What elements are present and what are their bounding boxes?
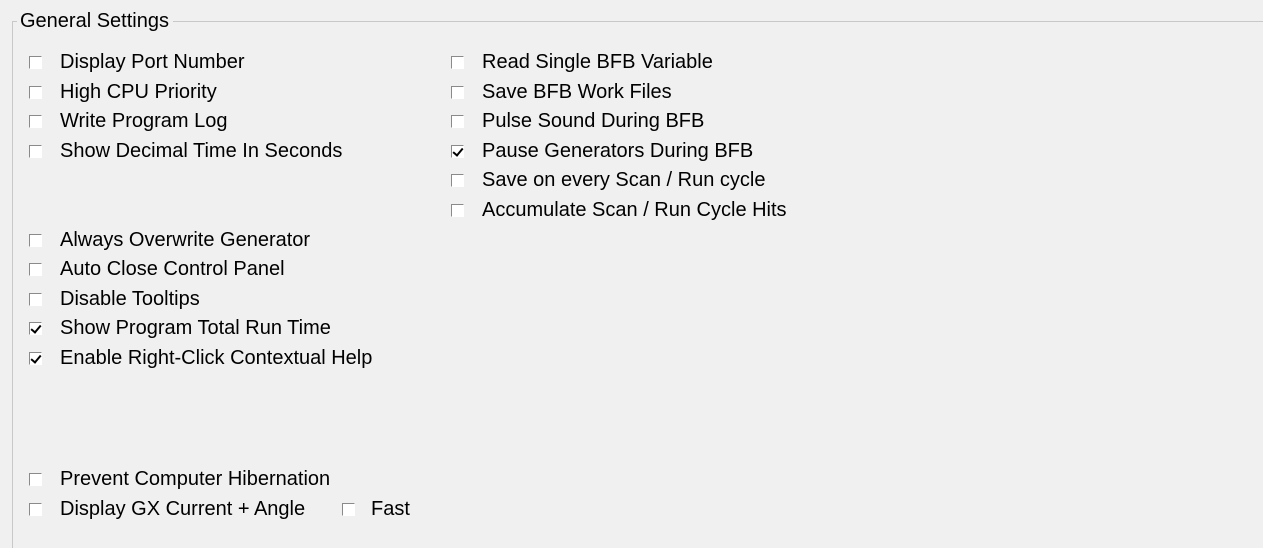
checkbox-box[interactable]	[29, 85, 42, 99]
checkbox-fast[interactable]: Fast	[342, 496, 410, 522]
checkbox-pause-generators-during-bfb[interactable]: Pause Generators During BFB	[451, 138, 753, 164]
checkbox-box[interactable]	[29, 144, 42, 158]
group-title: General Settings	[17, 9, 173, 33]
checkbox-display-gx-current-angle[interactable]: Display GX Current + Angle	[29, 496, 305, 522]
checkbox-auto-close-control-panel[interactable]: Auto Close Control Panel	[29, 256, 285, 282]
checkbox-high-cpu-priority[interactable]: High CPU Priority	[29, 79, 217, 105]
checkbox-show-decimal-time[interactable]: Show Decimal Time In Seconds	[29, 138, 342, 164]
checkbox-read-single-bfb-variable[interactable]: Read Single BFB Variable	[451, 49, 713, 75]
checkbox-label: Write Program Log	[60, 110, 228, 132]
checkbox-box[interactable]	[451, 173, 464, 187]
checkbox-box[interactable]	[29, 114, 42, 128]
checkbox-label: Pulse Sound During BFB	[482, 110, 705, 132]
checkbox-box[interactable]	[29, 55, 42, 69]
checkbox-save-bfb-work-files[interactable]: Save BFB Work Files	[451, 79, 672, 105]
checkbox-box[interactable]	[451, 85, 464, 99]
checkbox-pulse-sound-during-bfb[interactable]: Pulse Sound During BFB	[451, 108, 704, 134]
checkbox-label: Show Decimal Time In Seconds	[60, 140, 343, 162]
checkbox-box[interactable]	[29, 502, 42, 516]
checkbox-label: Auto Close Control Panel	[60, 258, 285, 280]
checkbox-label: Display Port Number	[60, 51, 245, 73]
checkbox-label: Disable Tooltips	[60, 288, 200, 310]
checkbox-box[interactable]	[29, 351, 42, 365]
checkbox-label: Save on every Scan / Run cycle	[482, 169, 766, 191]
checkbox-always-overwrite-generator[interactable]: Always Overwrite Generator	[29, 227, 310, 253]
checkbox-label: Prevent Computer Hibernation	[60, 468, 331, 490]
checkbox-label: Accumulate Scan / Run Cycle Hits	[482, 199, 787, 221]
checkbox-box[interactable]	[29, 321, 42, 335]
checkbox-label: Pause Generators During BFB	[482, 140, 754, 162]
checkbox-box[interactable]	[29, 233, 42, 247]
checkbox-label: Read Single BFB Variable	[482, 51, 713, 73]
checkbox-show-total-run-time[interactable]: Show Program Total Run Time	[29, 315, 331, 341]
checkbox-box[interactable]	[29, 292, 42, 306]
checkbox-label: Save BFB Work Files	[482, 81, 672, 103]
checkbox-label: Always Overwrite Generator	[60, 229, 311, 251]
checkbox-label: Show Program Total Run Time	[60, 317, 331, 339]
checkbox-box[interactable]	[451, 144, 464, 158]
checkbox-box[interactable]	[29, 472, 42, 486]
checkbox-box[interactable]	[451, 203, 464, 217]
checkbox-accumulate-hits[interactable]: Accumulate Scan / Run Cycle Hits	[451, 197, 787, 223]
checkbox-disable-tooltips[interactable]: Disable Tooltips	[29, 286, 200, 312]
checkbox-label: Enable Right-Click Contextual Help	[60, 347, 373, 369]
checkbox-enable-right-click-help[interactable]: Enable Right-Click Contextual Help	[29, 345, 372, 371]
checkbox-box[interactable]	[29, 262, 42, 276]
checkbox-save-on-every-scan[interactable]: Save on every Scan / Run cycle	[451, 167, 765, 193]
checkbox-prevent-hibernation[interactable]: Prevent Computer Hibernation	[29, 466, 330, 492]
checkbox-display-port-number[interactable]: Display Port Number	[29, 49, 245, 75]
checkbox-label: High CPU Priority	[60, 81, 217, 103]
checkbox-box[interactable]	[451, 114, 464, 128]
checkbox-label: Fast	[371, 498, 410, 520]
checkbox-write-program-log[interactable]: Write Program Log	[29, 108, 227, 134]
checkbox-label: Display GX Current + Angle	[60, 498, 306, 520]
checkbox-box[interactable]	[342, 502, 355, 516]
checkbox-box[interactable]	[451, 55, 464, 69]
